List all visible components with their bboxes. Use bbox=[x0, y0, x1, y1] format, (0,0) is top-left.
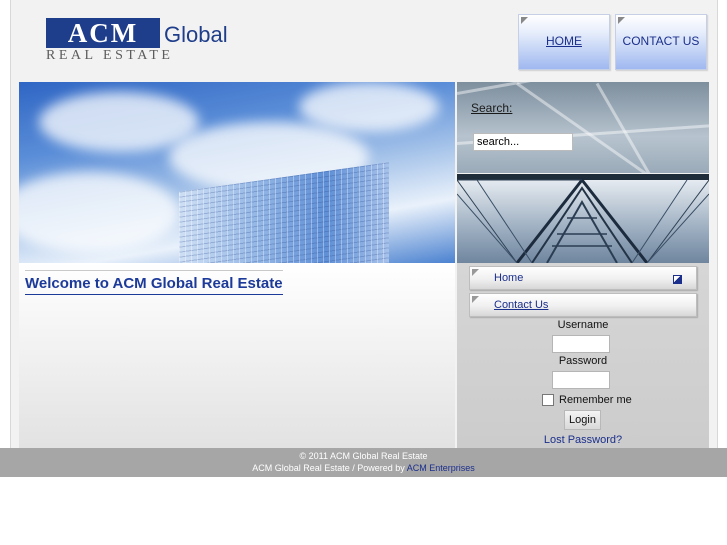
password-input[interactable] bbox=[552, 371, 610, 389]
cloud-shape bbox=[299, 82, 439, 132]
footer-powered-text: ACM Global Real Estate / Powered by bbox=[252, 463, 407, 473]
banner-image-building bbox=[19, 82, 455, 263]
search-label: Search: bbox=[471, 101, 513, 115]
login-button[interactable]: Login bbox=[564, 410, 601, 430]
footer-powered-link[interactable]: ACM Enterprises bbox=[407, 463, 475, 473]
external-link-icon[interactable] bbox=[673, 275, 682, 284]
sidebar-item-label: Contact Us bbox=[494, 299, 549, 311]
site-logo[interactable]: ACM Global REAL ESTATE bbox=[46, 15, 228, 65]
topnav-contact-button[interactable]: CONTACT US bbox=[615, 14, 707, 70]
search-input[interactable] bbox=[473, 133, 573, 151]
corner-arrow-icon bbox=[472, 269, 479, 276]
corner-arrow-icon bbox=[472, 296, 479, 303]
page-container: ACM Global REAL ESTATE HOME CONTACT US S… bbox=[10, 0, 718, 448]
corner-arrow-icon bbox=[521, 17, 528, 24]
topnav-contact-label: CONTACT US bbox=[622, 34, 700, 48]
sidebar-item-label: Home bbox=[494, 272, 524, 284]
search-panel: Search: bbox=[457, 82, 709, 173]
remember-me-checkbox[interactable] bbox=[542, 394, 554, 406]
username-label: Username bbox=[557, 319, 609, 331]
logo-top: ACM Global bbox=[46, 18, 228, 48]
cloud-shape bbox=[39, 92, 199, 152]
banner-image-bridge bbox=[457, 174, 709, 263]
footer-copyright: © 2011 ACM Global Real Estate bbox=[299, 451, 428, 461]
roof-beam bbox=[457, 82, 709, 95]
sidebar: Home Contact Us Username Password Rememb… bbox=[457, 263, 709, 448]
bridge-illustration bbox=[457, 174, 709, 263]
main-content: Welcome to ACM Global Real Estate bbox=[19, 263, 455, 448]
sidebar-item-contact[interactable]: Contact Us bbox=[469, 293, 697, 317]
page-title: Welcome to ACM Global Real Estate bbox=[25, 270, 283, 295]
username-input[interactable] bbox=[552, 335, 610, 353]
topnav-home-label: HOME bbox=[546, 34, 582, 48]
footer-powered-by: ACM Global Real Estate / Powered by ACM … bbox=[0, 463, 727, 473]
remember-me-row: Remember me bbox=[542, 394, 632, 406]
logo-global-text: Global bbox=[164, 22, 228, 47]
cloud-shape bbox=[19, 172, 179, 252]
logo-real-estate-text: REAL ESTATE bbox=[46, 48, 174, 63]
remember-me-label: Remember me bbox=[559, 394, 632, 406]
sidebar-item-home[interactable]: Home bbox=[469, 266, 697, 290]
corner-arrow-icon bbox=[618, 17, 625, 24]
lost-password-link[interactable]: Lost Password? bbox=[457, 434, 709, 446]
topnav-home-button[interactable]: HOME bbox=[518, 14, 610, 70]
password-label: Password bbox=[558, 355, 608, 367]
footer: © 2011 ACM Global Real Estate ACM Global… bbox=[0, 448, 727, 477]
logo-acm-text: ACM bbox=[46, 18, 160, 48]
